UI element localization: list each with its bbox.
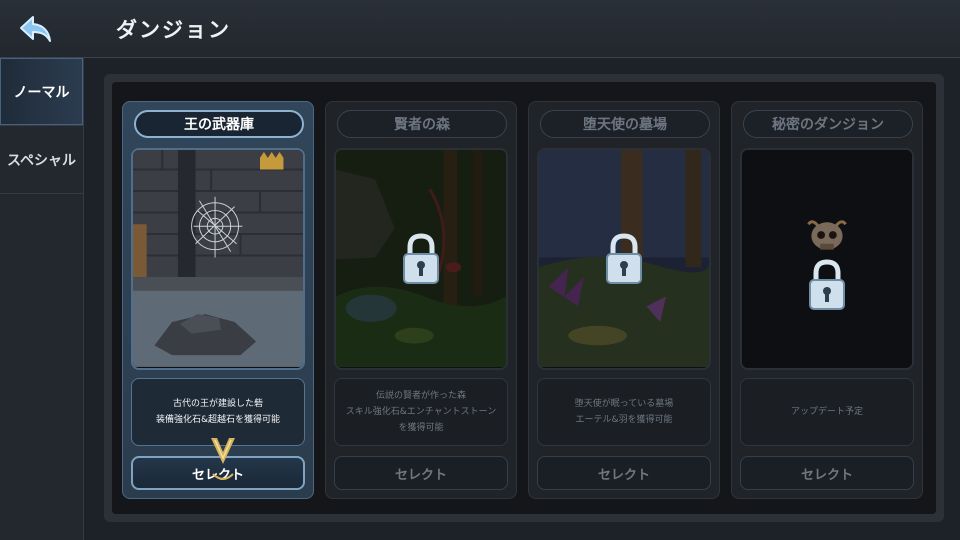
castle-art [133,150,303,367]
lock-icon [606,233,642,284]
description-line: スキル強化石&エンチャントストーン [345,407,497,417]
dungeon-title: 堕天使の墓場 [540,110,710,138]
description-line: 堕天使が眠っている墓場 [574,399,674,409]
dungeon-panel: 王の武器庫 古代の王が建設した砦 装備強化石&超越石を獲得可能 セレクト 賢者の… [112,82,936,514]
dungeon-card-sages-forest[interactable]: 賢者の森 伝説の賢者が作った森 スキル強化石&エンチャントストーン を獲得可能 … [325,101,517,499]
dungeon-card-fallen-angel-graveyard[interactable]: 堕天使の墓場 堕天使が眠っている墓場 エーテル&羽を獲得可能 セレクト [528,101,720,499]
description-line: アップデート予定 [790,407,863,417]
selection-cursor-icon [211,438,235,480]
dungeon-card-secret-dungeon[interactable]: 秘密のダンジョン アップデート予定 セレクト [731,101,923,499]
description-line: エーテル&羽を獲得可能 [575,415,673,425]
back-arrow-icon [20,16,51,42]
dungeon-card-kings-armory[interactable]: 王の武器庫 古代の王が建設した砦 装備強化石&超越石を獲得可能 セレクト [122,101,314,499]
select-button[interactable]: セレクト [334,456,508,490]
select-button[interactable]: セレクト [131,438,305,490]
dungeon-title: 賢者の森 [337,110,507,138]
dungeon-artwork [537,148,711,370]
dungeon-frame: 王の武器庫 古代の王が建設した砦 装備強化石&超越石を獲得可能 セレクト 賢者の… [104,74,944,522]
sidebar-item-normal[interactable]: ノーマル [0,58,83,126]
dungeon-description: 伝説の賢者が作った森 スキル強化石&エンチャントストーン を獲得可能 [334,378,508,446]
back-button[interactable] [14,10,58,48]
select-button-label: セレクト [597,467,650,483]
dungeon-description: 堕天使が眠っている墓場 エーテル&羽を獲得可能 [537,378,711,446]
dungeon-title: 秘密のダンジョン [743,110,913,138]
select-button-label: セレクト [800,467,853,483]
dungeon-title: 王の武器庫 [134,110,304,138]
description-line: を獲得可能 [398,423,444,433]
lock-icon [809,259,845,311]
description-line: 伝説の賢者が作った森 [375,391,466,401]
description-line: 古代の王が建設した砦 [172,399,263,409]
select-button[interactable]: セレクト [740,456,914,490]
top-bar: ダンジョン [0,0,960,58]
dungeon-artwork [740,148,914,370]
dungeon-artwork [131,148,305,370]
dungeon-artwork [334,148,508,370]
sidebar: ノーマル スペシャル [0,58,84,540]
page-title: ダンジョン [116,18,231,42]
dungeon-description: アップデート予定 [740,378,914,446]
sidebar-item-special[interactable]: スペシャル [0,126,83,194]
select-button[interactable]: セレクト [537,456,711,490]
select-button-label: セレクト [394,467,447,483]
description-line: 装備強化石&超越石を獲得可能 [155,415,281,425]
lock-icon [403,233,439,284]
